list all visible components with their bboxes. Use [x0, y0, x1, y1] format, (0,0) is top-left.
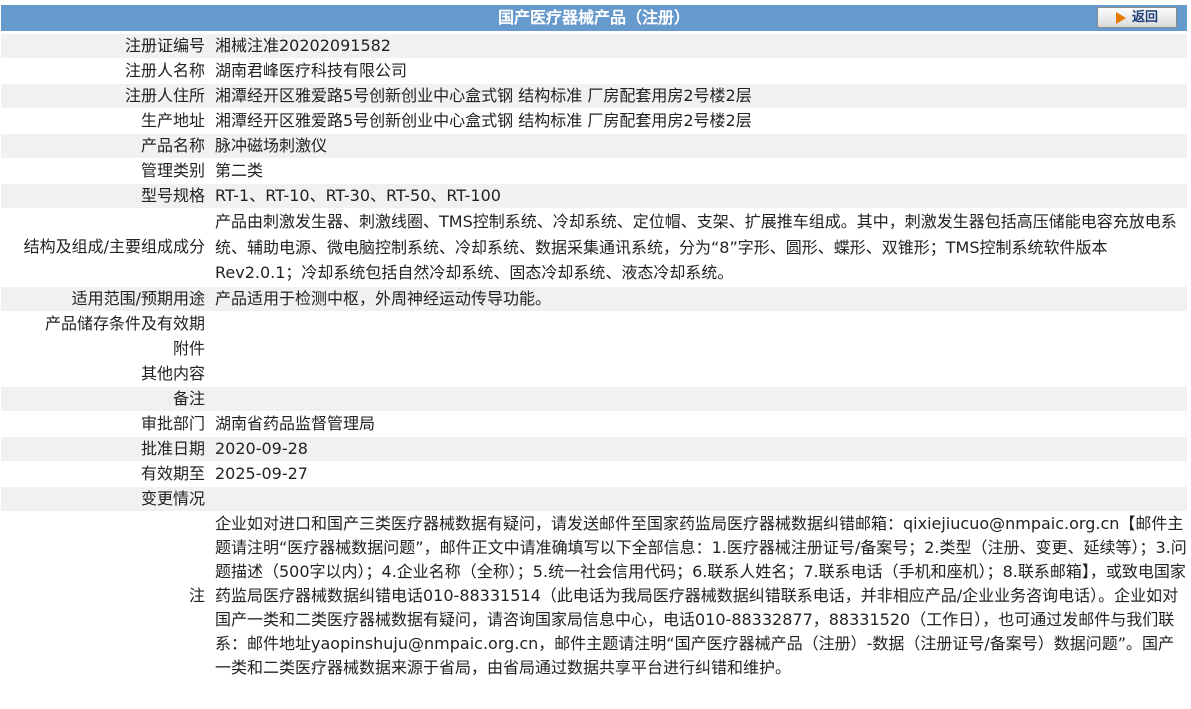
row-value [211, 386, 1187, 411]
table-row: 其他内容 [1, 361, 1187, 386]
table-row: 注册人名称 湖南君峰医疗科技有限公司 [1, 59, 1187, 83]
row-value: 产品由刺激发生器、刺激线圈、TMS控制系统、冷却系统、定位帽、支架、扩展推车组成… [211, 209, 1187, 286]
row-value: 湘潭经开区雅爱路5号创新创业中心盒式钢 结构标准 厂房配套用房2号楼2层 [211, 109, 1187, 133]
table-row: 生产地址 湘潭经开区雅爱路5号创新创业中心盒式钢 结构标准 厂房配套用房2号楼2… [1, 109, 1187, 133]
table-row: 产品储存条件及有效期 [1, 311, 1187, 336]
row-label: 型号规格 [1, 184, 211, 208]
row-label: 审批部门 [1, 411, 211, 436]
back-button-label: 返回 [1131, 10, 1158, 25]
row-value: 产品适用于检测中枢，外周神经运动传导功能。 [211, 286, 1187, 311]
note-label: 注 [1, 511, 211, 680]
table-row: 管理类别 第二类 [1, 159, 1187, 183]
back-button[interactable]: 返回 [1097, 7, 1177, 28]
row-label: 批准日期 [1, 436, 211, 461]
row-value: 湖南君峰医疗科技有限公司 [211, 59, 1187, 83]
row-label: 生产地址 [1, 109, 211, 133]
row-value: 脉冲磁场刺激仪 [211, 134, 1187, 158]
row-label: 附件 [1, 336, 211, 361]
table-row: 适用范围/预期用途 产品适用于检测中枢，外周神经运动传导功能。 [1, 286, 1187, 311]
table-row: 备注 [1, 386, 1187, 411]
row-label: 管理类别 [1, 159, 211, 183]
detail-page: 国产医疗器械产品（注册） 返回 注册证编号 湘械注准20202091582 注册… [0, 0, 1191, 709]
table-row: 注册证编号 湘械注准20202091582 [1, 34, 1187, 58]
registration-info-table: 注册证编号 湘械注准20202091582 注册人名称 湖南君峰医疗科技有限公司… [1, 33, 1187, 681]
row-value [211, 336, 1187, 361]
row-value [211, 486, 1187, 511]
row-label: 变更情况 [1, 486, 211, 511]
row-value: 湘械注准20202091582 [211, 34, 1187, 58]
row-label: 注册证编号 [1, 34, 211, 58]
row-value: 第二类 [211, 159, 1187, 183]
row-value [211, 311, 1187, 336]
row-label: 产品名称 [1, 134, 211, 158]
table-row: 附件 [1, 336, 1187, 361]
table-row: 型号规格 RT-1、RT-10、RT-30、RT-50、RT-100 [1, 184, 1187, 208]
row-value: 2025-09-27 [211, 461, 1187, 486]
page-header: 国产医疗器械产品（注册） 返回 [1, 5, 1187, 31]
row-value: 湘潭经开区雅爱路5号创新创业中心盒式钢 结构标准 厂房配套用房2号楼2层 [211, 84, 1187, 108]
table-row: 变更情况 [1, 486, 1187, 511]
row-label: 产品储存条件及有效期 [1, 311, 211, 336]
table-row: 批准日期 2020-09-28 [1, 436, 1187, 461]
row-value [211, 361, 1187, 386]
row-label: 注册人住所 [1, 84, 211, 108]
note-row: 注 企业如对进口和国产三类医疗器械数据有疑问，请发送邮件至国家药监局医疗器械数据… [1, 511, 1187, 680]
table-row: 结构及组成/主要组成成分 产品由刺激发生器、刺激线圈、TMS控制系统、冷却系统、… [1, 209, 1187, 286]
table-row: 注册人住所 湘潭经开区雅爱路5号创新创业中心盒式钢 结构标准 厂房配套用房2号楼… [1, 84, 1187, 108]
row-label: 注册人名称 [1, 59, 211, 83]
arrow-right-icon [1115, 11, 1126, 24]
row-label: 其他内容 [1, 361, 211, 386]
row-value: RT-1、RT-10、RT-30、RT-50、RT-100 [211, 184, 1187, 208]
row-label: 备注 [1, 386, 211, 411]
row-label: 结构及组成/主要组成成分 [1, 209, 211, 286]
table-row: 有效期至 2025-09-27 [1, 461, 1187, 486]
row-value: 湖南省药品监督管理局 [211, 411, 1187, 436]
page-title: 国产医疗器械产品（注册） [497, 8, 690, 27]
row-value: 2020-09-28 [211, 436, 1187, 461]
table-row: 审批部门 湖南省药品监督管理局 [1, 411, 1187, 436]
row-label: 有效期至 [1, 461, 211, 486]
row-label: 适用范围/预期用途 [1, 286, 211, 311]
table-row: 产品名称 脉冲磁场刺激仪 [1, 134, 1187, 158]
note-text: 企业如对进口和国产三类医疗器械数据有疑问，请发送邮件至国家药监局医疗器械数据纠错… [211, 511, 1187, 680]
